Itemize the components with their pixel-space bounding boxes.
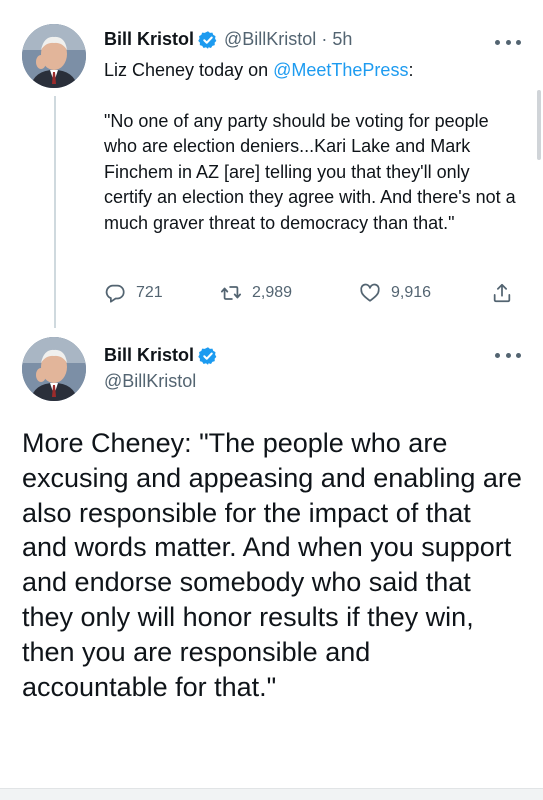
tweet-quote: "No one of any party should be voting fo… (104, 110, 521, 233)
separator-dot: · (321, 29, 328, 49)
author-name[interactable]: Bill Kristol (104, 345, 194, 366)
thread-connector-line (54, 96, 56, 328)
retweet-button[interactable]: 2,989 (220, 282, 292, 304)
like-icon (360, 283, 380, 302)
reply-icon (105, 284, 125, 303)
reply-button[interactable]: 721 (104, 282, 163, 304)
retweet-count: 2,989 (252, 284, 293, 301)
more-icon[interactable] (495, 348, 521, 362)
mention-link[interactable]: @MeetThePress (273, 60, 408, 80)
tweet-intro: Liz Cheney today on @MeetThePress: (104, 58, 519, 84)
tweet-header: Bill Kristol (104, 345, 224, 366)
like-count: 9,916 (391, 284, 432, 301)
reply-count: 721 (136, 284, 163, 301)
scrollbar[interactable] (537, 90, 541, 160)
author-name[interactable]: Bill Kristol (104, 29, 194, 50)
avatar-photo (22, 337, 86, 401)
retweet-icon (220, 286, 242, 300)
verified-badge-icon (198, 346, 217, 365)
author-handle[interactable]: @BillKristol (104, 371, 196, 392)
tweet-text: Liz Cheney today on @MeetThePress: "No o… (104, 58, 519, 236)
intro-text: Liz Cheney today on (104, 60, 274, 80)
verified-badge-icon (198, 30, 217, 49)
intro-suffix: : (408, 60, 414, 80)
like-button[interactable]: 9,916 (359, 282, 431, 304)
tweet-actions: 721 2,989 9,916 (104, 282, 519, 312)
bottom-toolbar (0, 788, 543, 800)
avatar-photo (22, 24, 86, 88)
author-handle[interactable]: @BillKristol (224, 29, 316, 50)
avatar[interactable] (22, 337, 86, 401)
more-icon[interactable] (495, 35, 521, 49)
tweet-header: Bill Kristol @BillKristol · 5h (104, 29, 352, 50)
timestamp[interactable]: 5h (332, 29, 352, 50)
avatar[interactable] (22, 24, 86, 88)
share-button[interactable] (491, 282, 523, 304)
tweet-text: More Cheney: "The people who are excusin… (22, 428, 522, 702)
share-icon (493, 283, 511, 303)
